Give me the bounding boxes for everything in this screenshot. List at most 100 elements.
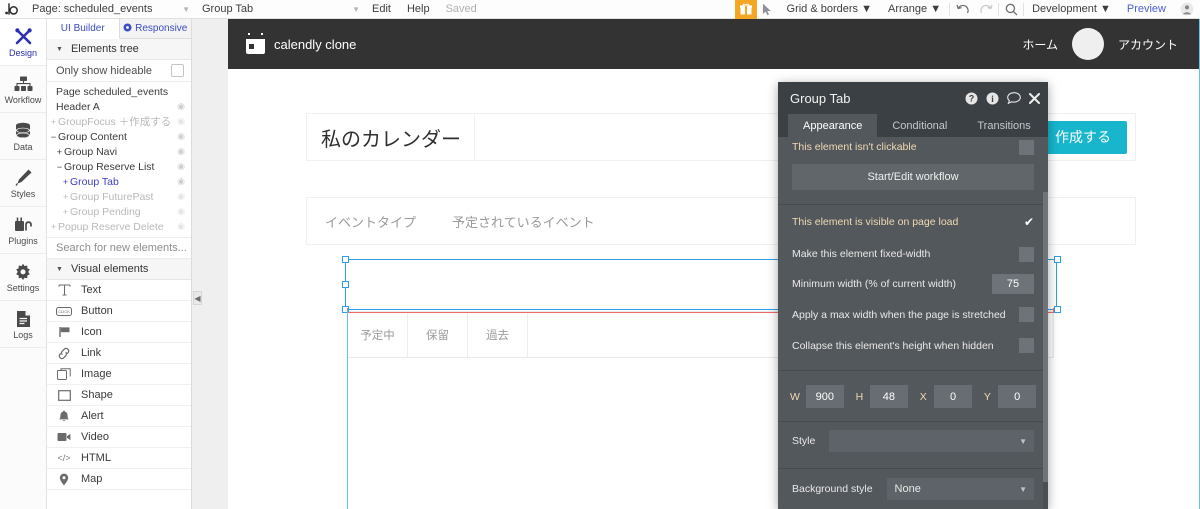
subtab-past[interactable]: 過去 (468, 312, 528, 357)
page-selector[interactable]: Page: scheduled_events ▼ (24, 0, 194, 19)
element-item-map[interactable]: Map (47, 469, 191, 490)
element-item-shape[interactable]: Shape (47, 385, 191, 406)
collapse-height-checkbox[interactable] (1019, 338, 1034, 353)
start-edit-workflow-button[interactable]: Start/Edit workflow (792, 164, 1034, 190)
visible-on-load-row[interactable]: This element is visible on page load ✔ (778, 205, 1048, 239)
grid-borders-menu[interactable]: Grid & borders ▼ (779, 0, 880, 19)
dialog-scrollbar-thumb[interactable] (1043, 192, 1048, 482)
element-item-image[interactable]: Image (47, 364, 191, 385)
eye-icon[interactable]: ◉ (177, 176, 185, 187)
nav-link-home[interactable]: ホーム (1022, 36, 1058, 53)
bubble-logo-icon[interactable] (0, 0, 24, 19)
sidebar-item-settings[interactable]: Settings (0, 254, 46, 301)
subtab-pending[interactable]: 保留 (408, 312, 468, 357)
tree-toggle-icon[interactable]: − (49, 132, 58, 142)
resize-handle-bottom-right[interactable] (1054, 306, 1061, 313)
eye-icon[interactable]: ◉ (177, 161, 185, 172)
tree-item[interactable]: + GroupFocus ＋作成する ◉ (47, 114, 191, 129)
sidebar-item-plugins[interactable]: Plugins (0, 207, 46, 254)
tree-item[interactable]: Page scheduled_events (47, 84, 191, 99)
only-show-hideable-checkbox[interactable] (171, 64, 184, 77)
eye-icon[interactable]: ◉ (177, 191, 185, 202)
style-dropdown[interactable]: ▼ (829, 430, 1034, 452)
tree-item[interactable]: Header A ◉ (47, 99, 191, 114)
development-menu[interactable]: Development ▼ (1024, 0, 1119, 19)
tree-item-group-tab[interactable]: + Group Tab ◉ (47, 174, 191, 189)
tree-toggle-icon[interactable]: + (61, 207, 70, 217)
tab-scheduled-events[interactable]: 予定されているイベント (434, 212, 613, 231)
tab-conditional[interactable]: Conditional (877, 114, 962, 137)
only-show-hideable-row[interactable]: Only show hideable (47, 60, 191, 82)
sidebar-item-workflow[interactable]: Workflow (0, 66, 46, 113)
tab-appearance[interactable]: Appearance (788, 114, 878, 137)
comment-icon[interactable] (1007, 92, 1021, 104)
not-clickable-checkbox[interactable] (1019, 139, 1034, 155)
visible-on-load-checkmark[interactable]: ✔ (1024, 215, 1034, 229)
info-icon[interactable]: i (986, 92, 999, 105)
not-clickable-row[interactable]: This element isn't clickable (778, 137, 1048, 157)
undo-icon[interactable] (950, 0, 974, 19)
eye-icon[interactable]: ◉ (177, 116, 185, 127)
element-item-icon[interactable]: Icon (47, 322, 191, 343)
max-width-row[interactable]: Apply a max width when the page is stret… (778, 299, 1048, 330)
tree-toggle-icon[interactable]: − (55, 162, 64, 172)
element-item-video[interactable]: Video (47, 427, 191, 448)
help-icon[interactable]: ? (965, 92, 978, 105)
search-icon[interactable] (999, 0, 1023, 19)
element-item-link[interactable]: Link (47, 343, 191, 364)
fixed-width-checkbox[interactable] (1019, 246, 1034, 262)
element-item-alert[interactable]: Alert (47, 406, 191, 427)
tree-item[interactable]: − Group Content ◉ (47, 129, 191, 144)
resize-handle-top-left[interactable] (342, 256, 349, 263)
search-new-elements-input[interactable]: Search for new elements... (47, 237, 191, 259)
eye-icon[interactable]: ◉ (177, 206, 185, 217)
app-brand[interactable]: calendly clone (246, 32, 356, 54)
tree-item[interactable]: + Popup Reserve Delete ◉ (47, 219, 191, 234)
element-item-text[interactable]: Text (47, 280, 191, 301)
tab-responsive[interactable]: Responsive (120, 19, 192, 38)
sidebar-item-design[interactable]: Design (0, 19, 46, 66)
collapse-height-row[interactable]: Collapse this element's height when hidd… (778, 330, 1048, 361)
subtab-upcoming[interactable]: 予定中 (348, 312, 408, 357)
arrange-menu[interactable]: Arrange ▼ (880, 0, 949, 19)
tree-toggle-icon[interactable]: + (49, 222, 58, 232)
avatar-circle-icon[interactable] (1071, 28, 1104, 60)
background-style-dropdown[interactable]: None ▼ (886, 478, 1034, 500)
tree-toggle-icon[interactable]: + (49, 117, 58, 127)
close-icon[interactable] (1029, 92, 1040, 104)
tree-toggle-icon[interactable]: + (61, 177, 70, 187)
element-item-html[interactable]: </> HTML (47, 448, 191, 469)
menu-edit[interactable]: Edit (364, 0, 399, 19)
tree-item[interactable]: + Group FuturePast ◉ (47, 189, 191, 204)
sidebar-item-data[interactable]: Data (0, 113, 46, 160)
y-input[interactable]: 0 (998, 385, 1037, 408)
tab-event-types[interactable]: イベントタイプ (307, 212, 434, 231)
element-selector[interactable]: Group Tab ▼ (194, 0, 364, 19)
eye-icon[interactable]: ◉ (177, 146, 185, 157)
tree-toggle-icon[interactable]: + (61, 192, 70, 202)
tree-item[interactable]: + Group Navi ◉ (47, 144, 191, 159)
tab-ui-builder[interactable]: UI Builder (47, 19, 120, 39)
eye-icon[interactable]: ◉ (177, 221, 185, 232)
tree-item[interactable]: − Group Reserve List ◉ (47, 159, 191, 174)
max-width-checkbox[interactable] (1019, 307, 1034, 322)
preview-button[interactable]: Preview (1119, 3, 1174, 15)
fixed-width-row[interactable]: Make this element fixed-width (778, 239, 1048, 269)
elements-tree-header[interactable]: ▼ Elements tree (47, 39, 191, 60)
resize-handle-left[interactable] (342, 281, 349, 288)
create-button[interactable]: 作成する (1039, 120, 1127, 154)
pointer-tool-icon[interactable] (757, 3, 779, 16)
eye-icon[interactable]: ◉ (177, 101, 185, 112)
dialog-header[interactable]: Group Tab ? i (778, 82, 1048, 114)
panel-collapse-button[interactable]: ◀ (193, 291, 202, 305)
height-input[interactable]: 48 (870, 385, 908, 408)
eye-icon[interactable]: ◉ (177, 131, 185, 142)
x-input[interactable]: 0 (934, 385, 972, 408)
gift-icon[interactable] (734, 0, 757, 19)
min-width-row[interactable]: Minimum width (% of current width) 75 (778, 269, 1048, 299)
resize-handle-top-right[interactable] (1054, 256, 1061, 263)
min-width-input[interactable]: 75 (992, 274, 1034, 294)
visual-elements-header[interactable]: ▼ Visual elements (47, 259, 191, 280)
tree-toggle-icon[interactable]: + (55, 147, 64, 157)
nav-link-account[interactable]: アカウント (1118, 36, 1178, 53)
